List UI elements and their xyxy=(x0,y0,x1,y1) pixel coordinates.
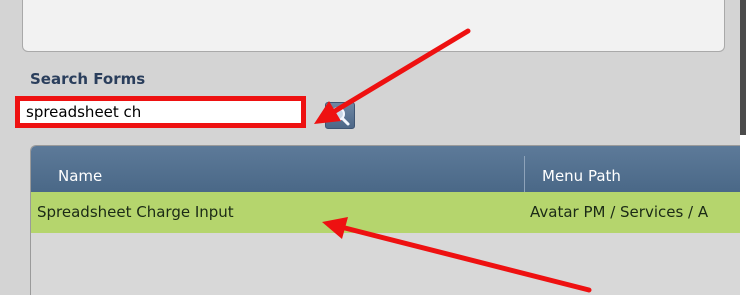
window-right-edge xyxy=(740,0,752,295)
top-content-box xyxy=(22,0,725,52)
table-row[interactable]: Spreadsheet Charge Input Avatar PM / Ser… xyxy=(31,192,740,233)
column-header-name[interactable]: Name xyxy=(58,146,102,192)
row-menu-path-cell[interactable]: Avatar PM / Services / A xyxy=(530,192,708,233)
forms-panel: Search Forms Name Menu Path Spreadsheet … xyxy=(0,0,740,295)
column-divider[interactable] xyxy=(524,156,525,192)
search-button[interactable] xyxy=(325,102,355,129)
section-title: Search Forms xyxy=(30,70,146,88)
search-icon xyxy=(331,107,350,126)
row-name-cell[interactable]: Spreadsheet Charge Input xyxy=(37,192,234,233)
window-border xyxy=(740,0,746,135)
search-input[interactable] xyxy=(15,96,306,128)
column-header-menu-path[interactable]: Menu Path xyxy=(542,146,621,192)
results-table: Name Menu Path Spreadsheet Charge Input … xyxy=(30,145,740,295)
table-header: Name Menu Path xyxy=(31,146,740,192)
